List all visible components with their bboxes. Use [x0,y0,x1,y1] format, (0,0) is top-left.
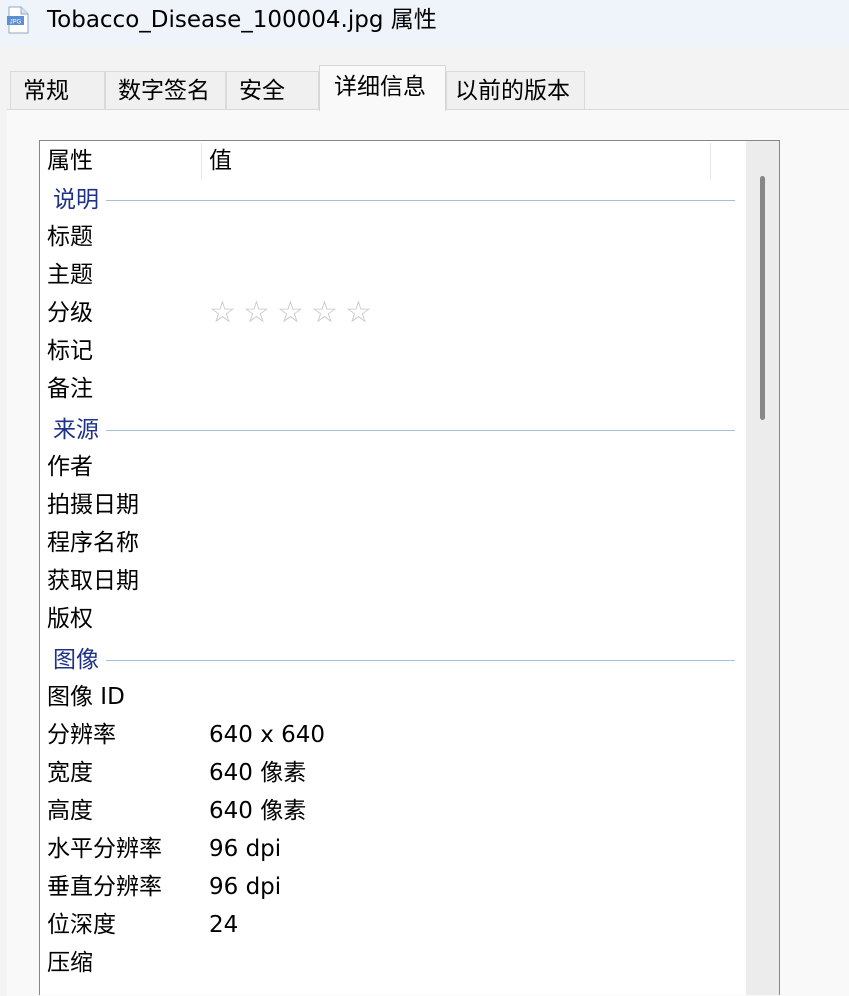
star-icon[interactable]: ☆ [209,294,243,332]
property-name: 主题 [47,262,93,288]
property-row[interactable]: 水平分辨率 96 dpi [40,830,745,868]
column-header-value[interactable]: 值 [209,141,232,182]
property-row[interactable]: 版权 [40,600,745,638]
property-name: 压缩 [47,950,93,976]
property-row[interactable]: 图像 ID [40,678,745,716]
property-name: 拍摄日期 [47,492,139,518]
column-header: 属性 值 [40,141,745,182]
jpg-file-icon: JPG [7,6,29,34]
star-icon[interactable]: ☆ [311,294,345,332]
star-icon[interactable]: ☆ [243,294,277,332]
window-title: Tobacco_Disease_100004.jpg 属性 [47,7,437,33]
column-divider[interactable] [201,143,202,180]
title-bar: JPG Tobacco_Disease_100004.jpg 属性 [0,0,849,46]
property-name: 备注 [47,376,93,402]
property-name: 分辨率 [47,722,116,748]
property-value[interactable]: 640 x 640 [209,716,325,754]
rating-stars[interactable]: ☆ ☆ ☆ ☆ ☆ [209,294,379,332]
group-divider-line [106,200,735,201]
property-value[interactable]: 96 dpi [209,830,281,868]
tab-digital-signatures[interactable]: 数字签名 [105,71,226,110]
property-row[interactable]: 程序名称 [40,524,745,562]
group-label: 说明 [53,182,103,218]
property-row[interactable]: 分辨率 640 x 640 [40,716,745,754]
properties-list[interactable]: 属性 值 说明 标题 主题 分级 ☆ ☆ ☆ ☆ ☆ 标记 备注 来源 作者 拍… [39,140,780,995]
property-value[interactable]: 640 像素 [209,792,306,830]
property-row[interactable]: 作者 [40,448,745,486]
group-divider-line [106,660,735,661]
property-row[interactable]: 宽度 640 像素 [40,754,745,792]
property-row[interactable]: 主题 [40,256,745,294]
property-name: 宽度 [47,760,93,786]
property-row[interactable]: 拍摄日期 [40,486,745,524]
property-name: 程序名称 [47,530,139,556]
property-row[interactable]: 标记 [40,332,745,370]
property-name: 版权 [47,606,93,632]
tab-strip: 常规 数字签名 安全 详细信息 以前的版本 [0,46,849,111]
tab-previous-versions[interactable]: 以前的版本 [446,71,585,110]
property-name: 获取日期 [47,568,139,594]
tab-details[interactable]: 详细信息 [319,65,446,111]
svg-text:JPG: JPG [10,19,22,25]
property-row[interactable]: 位深度 24 [40,906,745,944]
property-row[interactable]: 垂直分辨率 96 dpi [40,868,745,906]
group-label: 图像 [53,642,103,678]
tab-general[interactable]: 常规 [10,71,105,110]
property-value[interactable]: 96 dpi [209,868,281,906]
vertical-scrollbar[interactable] [746,141,779,995]
property-name: 垂直分辨率 [47,874,162,900]
property-name: 水平分辨率 [47,836,162,862]
property-row[interactable]: 备注 [40,370,745,408]
property-row[interactable]: 分级 ☆ ☆ ☆ ☆ ☆ [40,294,745,332]
scrollbar-thumb[interactable] [760,176,765,420]
star-icon[interactable]: ☆ [277,294,311,332]
group-label: 来源 [53,412,103,448]
property-name: 标题 [47,224,93,250]
group-description: 说明 [40,182,745,218]
property-name: 高度 [47,798,93,824]
column-divider[interactable] [710,143,711,180]
property-row[interactable]: 压缩 [40,944,745,982]
property-name: 作者 [47,454,93,480]
group-origin: 来源 [40,412,745,448]
property-name: 分级 [47,300,93,326]
property-value[interactable]: 24 [209,906,238,944]
star-icon[interactable]: ☆ [345,294,379,332]
property-name: 标记 [47,338,93,364]
property-value[interactable]: 640 像素 [209,754,306,792]
property-name: 图像 ID [47,684,125,710]
group-divider-line [106,430,735,431]
group-image: 图像 [40,642,745,678]
property-row[interactable]: 高度 640 像素 [40,792,745,830]
property-name: 位深度 [47,912,116,938]
property-row[interactable]: 标题 [40,218,745,256]
column-header-property[interactable]: 属性 [47,141,93,182]
property-row[interactable]: 获取日期 [40,562,745,600]
tab-security[interactable]: 安全 [226,71,319,110]
